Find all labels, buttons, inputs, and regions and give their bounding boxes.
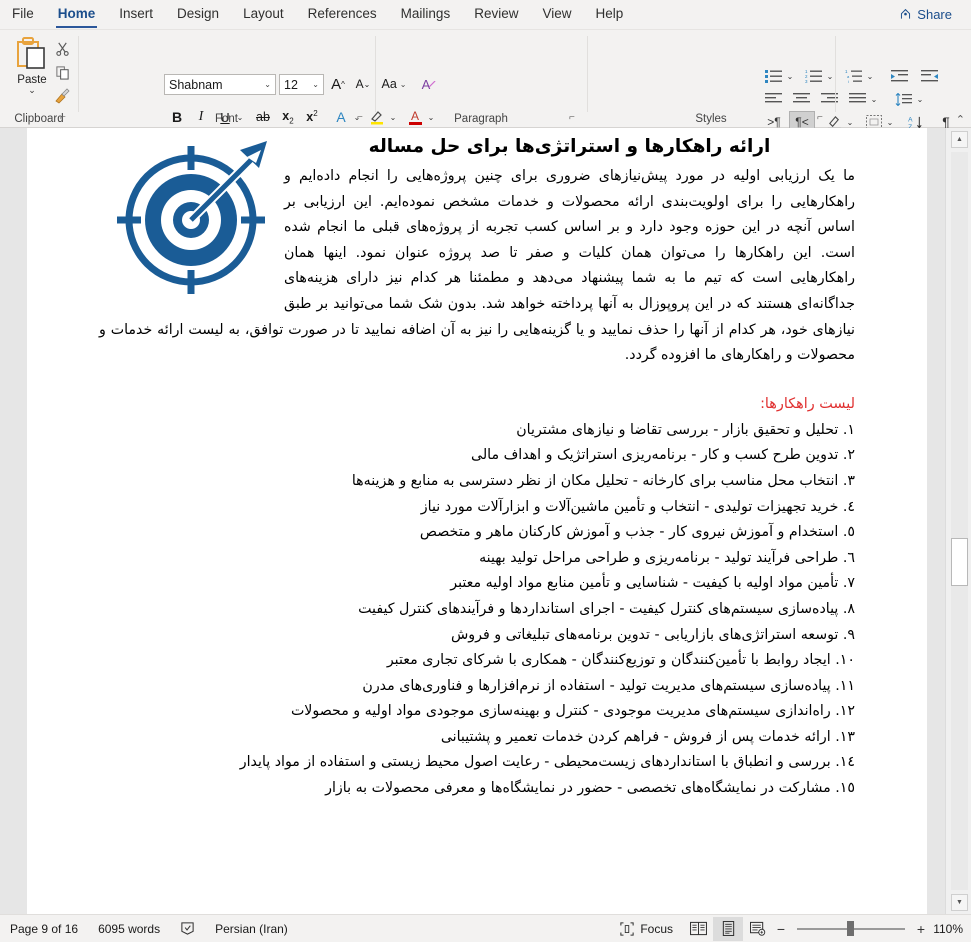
page-label: Page 9 of 16 [10,921,79,936]
styles-dialog-launcher[interactable]: ⌐ [817,112,831,125]
paste-dropdown-caret[interactable]: ⌄ [28,86,36,95]
document-content[interactable]: ارائه راهکارها و استراتژی‌ها برای حل مسا… [27,128,927,914]
scrollbar-thumb[interactable] [951,538,968,586]
chevron-down-icon: ⌄ [312,80,319,89]
paragraph-dialog-launcher[interactable]: ⌐ [569,112,583,125]
format-painter-icon [55,88,70,104]
proofing-status[interactable] [170,915,205,942]
list-item: ٤. خرید تجهیزات تولیدی - انتخاب و تأمین … [420,498,855,515]
tab-help[interactable]: Help [584,1,636,29]
list-item: ٥. استخدام و آموزش نیروی کار - جذب و آمو… [419,524,855,541]
list-item: ١٠. ایجاد روابط با تأمین‌کنندگان و توزیع… [386,652,855,669]
grow-font-button[interactable]: A ^ [327,73,349,95]
font-size-combobox[interactable]: 12 ⌄ [279,74,324,95]
grow-font-glyph: A [331,75,342,93]
read-mode-icon [689,921,707,936]
group-label-font: Font [214,113,238,125]
share-person-icon [899,8,912,21]
clipboard-paste-icon [17,37,45,69]
list-item: ٩. توسعه استراتژی‌های بازاریابی - تدوین … [450,626,855,643]
list-item: ٣. انتخاب محل مناسب برای کارخانه - تحلیل… [351,472,855,489]
list-item: ٧. تأمین مواد اولیه با کیفیت - شناسایی و… [450,575,855,592]
focus-label: Focus [640,921,673,936]
proofing-errors-icon [181,922,194,935]
page-indicator[interactable]: Page 9 of 16 [0,915,88,942]
ribbon: Paste ⌄ Clipboard ⌐ Shabnam ⌄ 12 ⌄ A ^ A… [0,30,971,133]
tab-references[interactable]: References [296,1,389,29]
list-item: ١٣. ارائه خدمات پس از فروش - فراهم کردن … [440,728,855,745]
word-count[interactable]: 6095 words [88,915,170,942]
tab-mailings[interactable]: Mailings [389,1,463,29]
focus-mode-button[interactable]: Focus [610,915,683,942]
web-layout-icon [750,921,766,936]
list-item: ٢. تدوین طرح کسب و کار - برنامه‌ریزی است… [471,447,855,464]
status-bar: Page 9 of 16 6095 words Persian (Iran) F… [0,914,971,942]
zoom-slider-thumb[interactable] [847,921,854,936]
print-layout-icon [722,921,734,936]
list-item: ١٤. بررسی و انطباق با استانداردهای زیست‌… [239,754,855,771]
ribbon-group-editing: Editing ⌄ ⌃ [835,30,971,128]
tab-home[interactable]: Home [46,1,108,29]
font-name-value: Shabnam [169,77,223,92]
copy-button[interactable] [50,61,74,83]
tab-insert[interactable]: Insert [107,1,165,29]
word-count-label: 6095 words [98,921,161,936]
scroll-down-button[interactable]: ▼ [951,894,968,911]
group-label-paragraph: Paragraph [454,113,508,125]
list-item: ١٥. مشارکت در نمایشگاه‌های تخصصی - حضور … [325,780,855,797]
list-item: ١. تحلیل و تحقیق بازار - بررسی تقاضا و ن… [516,421,855,438]
collapse-ribbon-button[interactable]: ⌃ [956,113,965,126]
solutions-list-heading: لیست راهکارها: [760,395,855,412]
paste-button[interactable]: Paste ⌄ [10,35,54,107]
tab-review[interactable]: Review [462,1,530,29]
zoom-slider[interactable] [797,917,905,941]
group-label-styles: Styles [695,113,727,125]
tab-layout[interactable]: Layout [231,1,296,29]
font-dialog-launcher[interactable]: ⌐ [357,112,371,125]
language-indicator[interactable]: Persian (Iran) [205,915,298,942]
shrink-font-glyph: A [355,77,364,91]
list-item: ٨. پیاده‌سازی سیستم‌های کنترل کیفیت - اج… [358,600,855,617]
target-with-arrow-graphic[interactable] [109,138,284,298]
tab-design[interactable]: Design [165,1,231,29]
copy-icon [55,65,69,80]
tab-file[interactable]: File [0,1,46,29]
ribbon-group-clipboard: Paste ⌄ Clipboard ⌐ [0,30,78,128]
scissors-icon [55,42,69,56]
document-page[interactable]: ارائه راهکارها و استراتژی‌ها برای حل مسا… [27,128,927,914]
zoom-in-button[interactable]: + [913,921,929,937]
document-canvas[interactable]: ارائه راهکارها و استراتژی‌ها برای حل مسا… [0,128,971,914]
scroll-up-button[interactable]: ▲ [951,131,968,148]
vertical-scrollbar[interactable]: ▲ ▼ [945,128,971,914]
clipboard-dialog-launcher[interactable]: ⌐ [60,112,74,125]
ribbon-group-font: Shabnam ⌄ 12 ⌄ A ^ A ⌄ Aa ⌄ A B I U ⌄ ab… [78,30,436,128]
font-size-value: 12 [284,77,298,92]
font-name-combobox[interactable]: Shabnam ⌄ [164,74,276,95]
ribbon-group-styles: AaBbCcDc ¶ Normal AaBbCcDc ¶ No Spac... … [587,30,835,128]
zoom-level-label[interactable]: 110% [929,922,971,936]
word-window: File Home Insert Design Layout Reference… [0,0,971,942]
solutions-list: ١. تحلیل و تحقیق بازار - بررسی تقاضا و ن… [99,418,855,802]
focus-mode-icon [620,921,634,936]
cut-button[interactable] [50,37,74,59]
format-painter-button[interactable] [50,85,74,107]
ribbon-tab-bar: File Home Insert Design Layout Reference… [0,0,971,30]
share-label: Share [917,7,952,22]
read-mode-button[interactable] [683,917,713,941]
web-layout-button[interactable] [743,917,773,941]
shrink-font-button[interactable]: A ⌄ [352,73,374,95]
share-button[interactable]: Share [888,3,963,26]
chevron-down-icon: ⌄ [264,80,271,89]
tab-view[interactable]: View [530,1,583,29]
print-layout-button[interactable] [713,916,743,941]
zoom-out-button[interactable]: − [773,921,789,937]
scrollbar-track[interactable] [951,152,968,890]
list-item: ٦. طراحی فرآیند تولید - برنامه‌ریزی و طر… [479,549,855,566]
list-item: ١٢. راه‌اندازی سیستم‌های مدیریت موجودی -… [290,703,855,720]
language-label: Persian (Iran) [215,921,288,936]
ribbon-group-paragraph: ⌄ 123 ⌄ 1ai ⌄ ⌄ ⌄ >¶ ¶< ⌄ ⌄ A Z ¶ Paragr… [375,30,950,133]
status-bar-right: Focus − + 110% [610,915,971,942]
list-item: ١١. پیاده‌سازی سیستم‌های مدیریت تولید - … [362,677,855,694]
